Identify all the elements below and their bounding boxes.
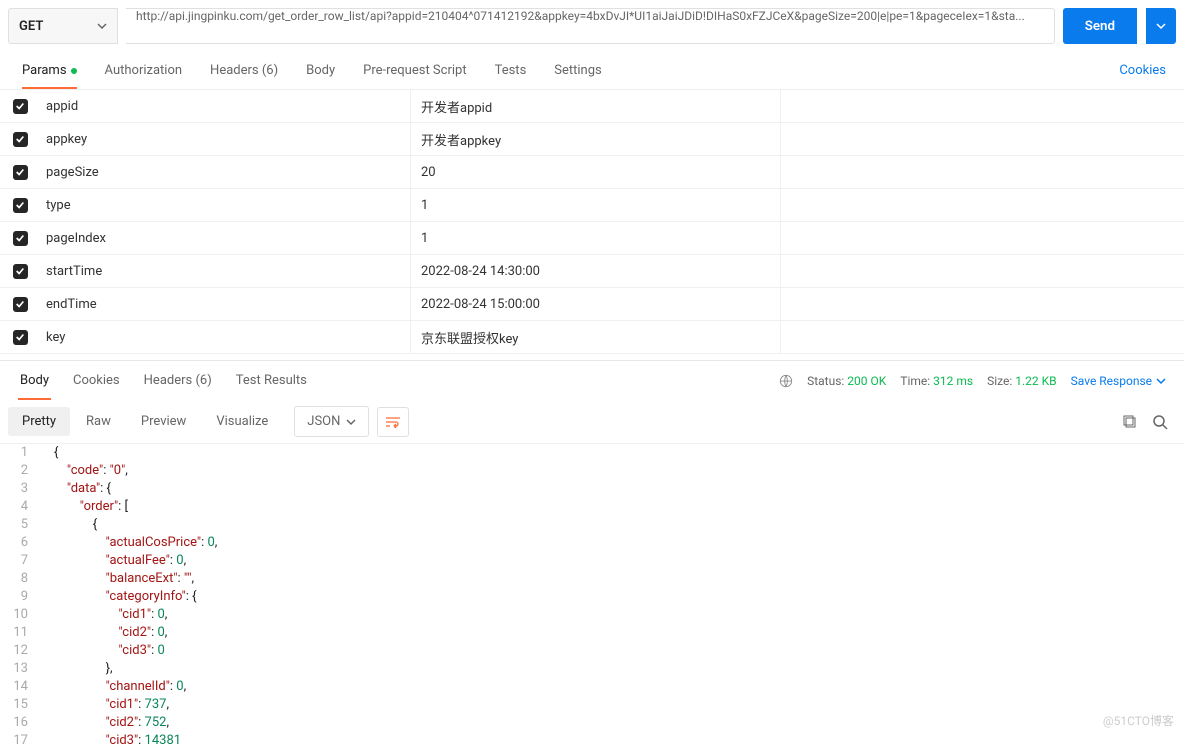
format-select[interactable]: JSON [294, 406, 369, 437]
param-value[interactable]: 开发者appkey [410, 123, 780, 155]
resp-tab-cookies[interactable]: Cookies [61, 361, 132, 400]
param-row[interactable]: appkey开发者appkey [0, 123, 1184, 156]
chevron-down-icon [346, 417, 356, 427]
http-method-select[interactable]: GET [8, 8, 118, 44]
checkbox[interactable] [13, 99, 28, 114]
param-enable-cell [0, 264, 40, 279]
checkbox[interactable] [13, 165, 28, 180]
save-response-button[interactable]: Save Response [1071, 374, 1166, 388]
params-table: appid开发者appidappkey开发者appkeypageSize20ty… [0, 90, 1184, 354]
response-meta: Status: 200 OK Time: 312 ms Size: 1.22 K… [779, 374, 1176, 388]
search-icon[interactable] [1152, 414, 1168, 430]
method-label: GET [19, 19, 43, 34]
status-text: Status: 200 OK [807, 374, 886, 388]
watermark: @51CTO博客 [1103, 712, 1174, 729]
param-key[interactable]: pageIndex [40, 231, 410, 246]
size-text: Size: 1.22 KB [987, 374, 1057, 388]
param-value[interactable]: 京东联盟授权key [410, 321, 780, 353]
param-enable-cell [0, 165, 40, 180]
param-key[interactable]: appkey [40, 132, 410, 147]
checkbox[interactable] [13, 231, 28, 246]
globe-icon [779, 374, 793, 388]
time-text: Time: 312 ms [900, 374, 973, 388]
wrap-lines-button[interactable] [377, 407, 409, 437]
param-description[interactable] [780, 123, 1184, 155]
param-value[interactable]: 1 [410, 189, 780, 221]
param-key[interactable]: type [40, 198, 410, 213]
tab-tests[interactable]: Tests [481, 52, 541, 89]
tab-headers[interactable]: Headers (6) [196, 52, 292, 89]
request-url-bar: GET http://api.jingpinku.com/get_order_r… [0, 0, 1184, 52]
param-key[interactable]: pageSize [40, 165, 410, 180]
format-label: JSON [307, 414, 340, 429]
param-key[interactable]: key [40, 330, 410, 345]
param-enable-cell [0, 330, 40, 345]
param-description[interactable] [780, 321, 1184, 353]
param-value[interactable]: 1 [410, 222, 780, 254]
param-key[interactable]: endTime [40, 297, 410, 312]
param-key[interactable]: startTime [40, 264, 410, 279]
resp-tab-testresults[interactable]: Test Results [224, 361, 319, 400]
param-key[interactable]: appid [40, 99, 410, 114]
tab-label: Params [22, 63, 67, 78]
chevron-down-icon [97, 21, 107, 31]
param-value[interactable]: 20 [410, 156, 780, 188]
param-enable-cell [0, 231, 40, 246]
json-code: { "code": "0", "data": { "order": [ { "a… [40, 444, 217, 750]
param-enable-cell [0, 297, 40, 312]
checkbox[interactable] [13, 198, 28, 213]
checkbox[interactable] [13, 132, 28, 147]
checkbox[interactable] [13, 264, 28, 279]
chevron-down-icon [1156, 21, 1166, 31]
param-description[interactable] [780, 222, 1184, 254]
view-raw[interactable]: Raw [72, 407, 125, 436]
send-dropdown-button[interactable] [1146, 8, 1176, 44]
response-tabs: Body Cookies Headers (6) Test Results St… [0, 360, 1184, 400]
view-pretty[interactable]: Pretty [8, 407, 70, 436]
url-input[interactable]: http://api.jingpinku.com/get_order_row_l… [126, 8, 1055, 44]
param-row[interactable]: pageSize20 [0, 156, 1184, 189]
tab-prerequest[interactable]: Pre-request Script [349, 52, 480, 89]
response-view-bar: Pretty Raw Preview Visualize JSON [0, 400, 1184, 444]
resp-tab-headers[interactable]: Headers (6) [132, 361, 224, 400]
param-description[interactable] [780, 90, 1184, 122]
resp-tab-body[interactable]: Body [8, 361, 61, 400]
copy-icon[interactable] [1122, 414, 1138, 430]
param-description[interactable] [780, 288, 1184, 320]
param-enable-cell [0, 99, 40, 114]
chevron-down-icon [1156, 376, 1166, 386]
wrap-icon [385, 416, 401, 428]
param-value[interactable]: 2022-08-24 15:00:00 [410, 288, 780, 320]
view-right [1122, 414, 1176, 430]
param-row[interactable]: endTime2022-08-24 15:00:00 [0, 288, 1184, 321]
tab-params[interactable]: Params [8, 52, 91, 89]
view-preview[interactable]: Preview [127, 407, 200, 436]
checkbox[interactable] [13, 330, 28, 345]
response-body[interactable]: 1234567891011121314151617 { "code": "0",… [0, 444, 1184, 750]
param-row[interactable]: key京东联盟授权key [0, 321, 1184, 354]
view-visualize[interactable]: Visualize [202, 407, 282, 436]
param-row[interactable]: pageIndex1 [0, 222, 1184, 255]
send-button[interactable]: Send [1063, 8, 1137, 44]
line-numbers: 1234567891011121314151617 [0, 444, 40, 750]
request-tabs: Params Authorization Headers (6) Body Pr… [0, 52, 1184, 90]
param-value[interactable]: 开发者appid [410, 90, 780, 122]
param-description[interactable] [780, 189, 1184, 221]
param-enable-cell [0, 132, 40, 147]
param-enable-cell [0, 198, 40, 213]
cookies-link[interactable]: Cookies [1119, 63, 1176, 78]
param-description[interactable] [780, 255, 1184, 287]
param-row[interactable]: appid开发者appid [0, 90, 1184, 123]
tab-authorization[interactable]: Authorization [91, 52, 197, 89]
param-row[interactable]: startTime2022-08-24 14:30:00 [0, 255, 1184, 288]
param-description[interactable] [780, 156, 1184, 188]
tab-body[interactable]: Body [292, 52, 349, 89]
param-row[interactable]: type1 [0, 189, 1184, 222]
param-value[interactable]: 2022-08-24 14:30:00 [410, 255, 780, 287]
tab-settings[interactable]: Settings [540, 52, 615, 89]
active-dot-icon [71, 68, 77, 74]
checkbox[interactable] [13, 297, 28, 312]
